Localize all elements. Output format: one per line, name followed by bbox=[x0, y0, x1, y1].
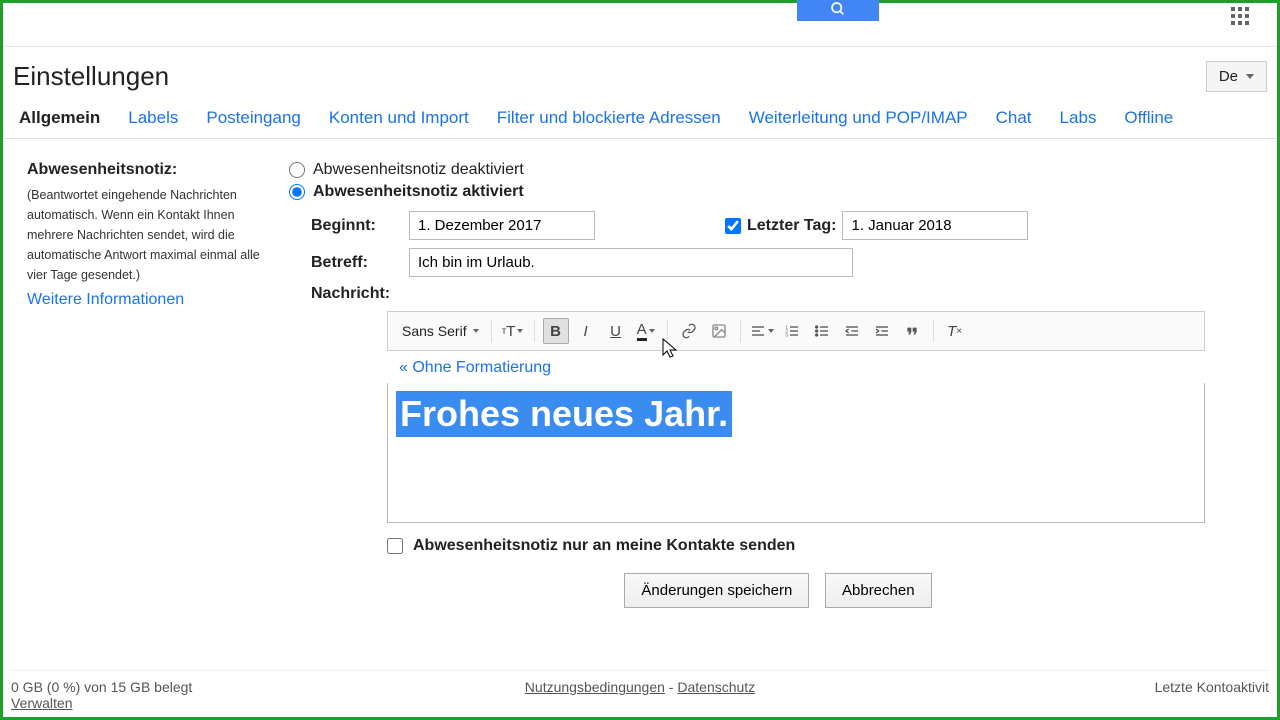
editor: Sans Serif тT B I U A 123 T× bbox=[387, 311, 1205, 523]
footer: 0 GB (0 %) von 15 GB belegt Verwalten Nu… bbox=[11, 670, 1269, 711]
message-label: Nachricht: bbox=[311, 285, 409, 303]
align-icon bbox=[750, 323, 766, 339]
font-select[interactable]: Sans Serif bbox=[398, 321, 483, 341]
radio-off-input[interactable] bbox=[289, 162, 305, 178]
plain-text-link[interactable]: « Ohne Formatierung bbox=[387, 351, 551, 383]
chevron-down-icon bbox=[1246, 74, 1254, 79]
message-text: Frohes neues Jahr. bbox=[396, 391, 732, 437]
section-title: Abwesenheitsnotiz: bbox=[27, 161, 271, 179]
terms-link[interactable]: Nutzungsbedingungen bbox=[525, 679, 665, 695]
lastday-checkbox[interactable] bbox=[725, 218, 741, 234]
link-button[interactable] bbox=[676, 318, 702, 344]
message-body[interactable]: Frohes neues Jahr. bbox=[387, 383, 1205, 523]
privacy-link[interactable]: Datenschutz bbox=[677, 679, 755, 695]
settings-tabs: Allgemein Labels Posteingang Konten und … bbox=[3, 100, 1277, 139]
tab-labels[interactable]: Labels bbox=[128, 108, 178, 128]
contacts-only-checkbox[interactable] bbox=[387, 538, 403, 554]
chevron-down-icon bbox=[473, 329, 479, 333]
indent-less-button[interactable] bbox=[839, 318, 865, 344]
indent-less-icon bbox=[844, 323, 860, 339]
contacts-only-row[interactable]: Abwesenheitsnotiz nur an meine Kontakte … bbox=[387, 537, 1267, 555]
lastday-input[interactable] bbox=[842, 211, 1028, 240]
tab-allgemein[interactable]: Allgemein bbox=[19, 108, 100, 128]
svg-text:3: 3 bbox=[785, 332, 788, 337]
section-desc: (Beantwortet eingehende Nachrichten auto… bbox=[27, 185, 271, 285]
indent-more-button[interactable] bbox=[869, 318, 895, 344]
save-button[interactable]: Änderungen speichern bbox=[624, 573, 809, 608]
subject-input[interactable] bbox=[409, 248, 853, 277]
content: Abwesenheitsnotiz: (Beantwortet eingehen… bbox=[3, 139, 1277, 608]
more-info-link[interactable]: Weitere Informationen bbox=[27, 291, 184, 309]
align-button[interactable] bbox=[749, 318, 775, 344]
bullet-list-button[interactable] bbox=[809, 318, 835, 344]
manage-link[interactable]: Verwalten bbox=[11, 695, 72, 711]
radio-on-label: Abwesenheitsnotiz aktiviert bbox=[313, 183, 524, 201]
subject-label: Betreff: bbox=[311, 254, 409, 272]
image-icon bbox=[711, 323, 727, 339]
top-bar bbox=[3, 3, 1277, 47]
contacts-only-label: Abwesenheitsnotiz nur an meine Kontakte … bbox=[413, 537, 795, 555]
begins-label: Beginnt: bbox=[311, 217, 409, 235]
radio-on-input[interactable] bbox=[289, 184, 305, 200]
storage-info: 0 GB (0 %) von 15 GB belegt Verwalten bbox=[11, 679, 192, 711]
begins-input[interactable] bbox=[409, 211, 595, 240]
header-row: Einstellungen De bbox=[3, 47, 1277, 100]
font-size-button[interactable]: тT bbox=[500, 318, 526, 344]
tab-offline[interactable]: Offline bbox=[1124, 108, 1173, 128]
lastday-label: Letzter Tag: bbox=[747, 217, 836, 235]
search-icon bbox=[830, 1, 846, 17]
language-select[interactable]: De bbox=[1206, 61, 1267, 92]
activity-info: Letzte Kontoaktivit bbox=[1155, 679, 1269, 711]
footer-links: Nutzungsbedingungen - Datenschutz bbox=[525, 679, 755, 695]
text-color-button[interactable]: A bbox=[633, 318, 659, 344]
toolbar: Sans Serif тT B I U A 123 T× bbox=[387, 311, 1205, 351]
numbered-list-icon: 123 bbox=[784, 323, 800, 339]
italic-button[interactable]: I bbox=[573, 318, 599, 344]
page-title: Einstellungen bbox=[13, 61, 169, 92]
tab-weiterleitung[interactable]: Weiterleitung und POP/IMAP bbox=[749, 108, 968, 128]
tab-filter[interactable]: Filter und blockierte Adressen bbox=[497, 108, 721, 128]
language-label: De bbox=[1219, 68, 1238, 85]
tab-posteingang[interactable]: Posteingang bbox=[206, 108, 301, 128]
link-icon bbox=[681, 323, 697, 339]
clear-format-button[interactable]: T× bbox=[942, 318, 968, 344]
radio-on[interactable]: Abwesenheitsnotiz aktiviert bbox=[289, 183, 1267, 201]
underline-button[interactable]: U bbox=[603, 318, 629, 344]
form-area: Abwesenheitsnotiz deaktiviert Abwesenhei… bbox=[289, 161, 1267, 608]
search-button[interactable] bbox=[797, 0, 879, 21]
apps-icon[interactable] bbox=[1231, 7, 1249, 25]
tab-konten[interactable]: Konten und Import bbox=[329, 108, 469, 128]
radio-off-label: Abwesenheitsnotiz deaktiviert bbox=[313, 161, 524, 179]
numbered-list-button[interactable]: 123 bbox=[779, 318, 805, 344]
quote-button[interactable] bbox=[899, 318, 925, 344]
quote-icon bbox=[904, 323, 920, 339]
action-row: Änderungen speichern Abbrechen bbox=[289, 573, 1267, 608]
bullet-list-icon bbox=[814, 323, 830, 339]
cancel-button[interactable]: Abbrechen bbox=[825, 573, 932, 608]
image-button[interactable] bbox=[706, 318, 732, 344]
section-info: Abwesenheitsnotiz: (Beantwortet eingehen… bbox=[27, 161, 289, 608]
tab-chat[interactable]: Chat bbox=[996, 108, 1032, 128]
bold-button[interactable]: B bbox=[543, 318, 569, 344]
radio-off[interactable]: Abwesenheitsnotiz deaktiviert bbox=[289, 161, 1267, 179]
indent-more-icon bbox=[874, 323, 890, 339]
tab-labs[interactable]: Labs bbox=[1060, 108, 1097, 128]
